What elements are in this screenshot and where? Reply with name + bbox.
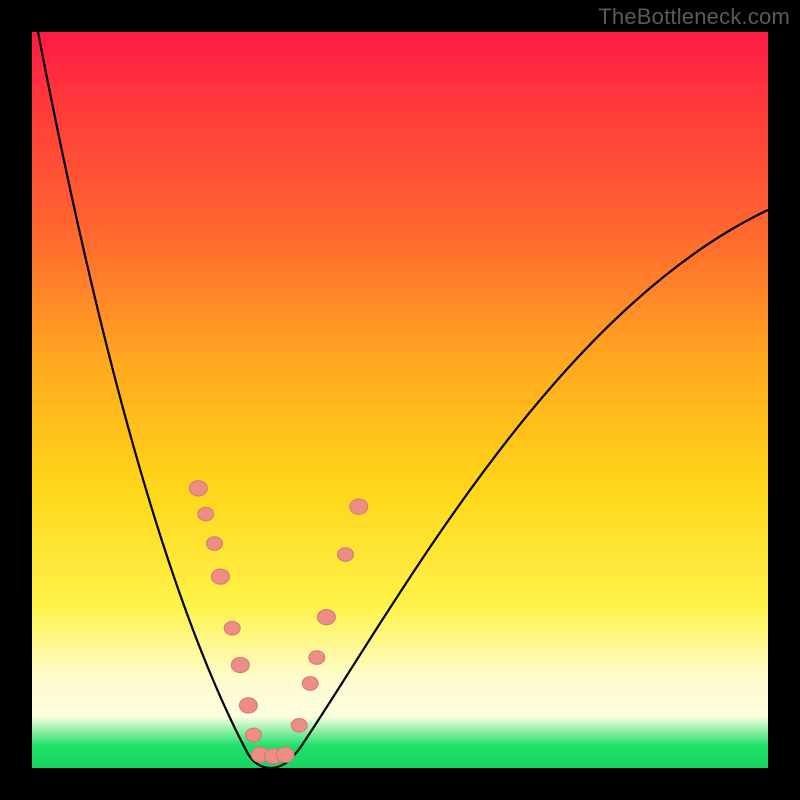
data-dot <box>207 537 223 551</box>
data-dot <box>189 481 207 496</box>
data-dot <box>291 719 307 733</box>
data-dot <box>309 651 325 665</box>
data-dot <box>224 621 240 635</box>
data-dot <box>302 677 318 691</box>
chart-svg <box>32 32 768 768</box>
data-dot <box>239 698 257 713</box>
data-dot <box>338 548 354 562</box>
data-dot <box>276 747 294 762</box>
data-dot <box>246 728 262 742</box>
bottleneck-curve <box>38 32 768 768</box>
dot-layer <box>189 481 367 764</box>
outer-frame: TheBottleneck.com <box>0 0 800 800</box>
watermark-text: TheBottleneck.com <box>598 4 790 30</box>
data-dot <box>231 657 249 672</box>
data-dot <box>317 609 335 624</box>
data-dot <box>198 507 214 521</box>
plot-area <box>32 32 768 768</box>
data-dot <box>350 499 368 514</box>
data-dot <box>211 569 229 584</box>
